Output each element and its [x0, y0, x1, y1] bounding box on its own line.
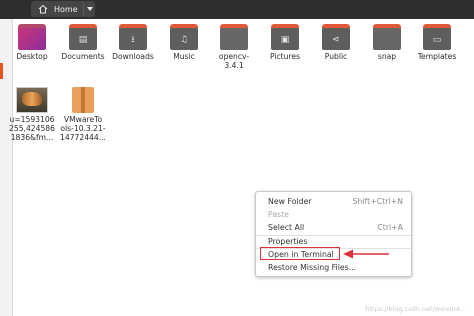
folder-icon: [220, 24, 248, 50]
highlight-box: [260, 247, 340, 260]
file-label: u=1593106 255,424586 1836&fm...: [9, 115, 55, 142]
location-label: Home: [54, 4, 78, 14]
file-item-music[interactable]: ♫ Music: [157, 24, 211, 61]
file-label: Downloads: [112, 52, 154, 61]
music-icon: ♫: [170, 24, 198, 50]
download-icon: ⭳: [119, 24, 147, 50]
document-icon: ▤: [69, 24, 97, 50]
image-thumbnail: [16, 87, 48, 113]
chevron-down-icon: [87, 7, 93, 11]
location-breadcrumb[interactable]: Home: [31, 1, 95, 17]
file-item-downloads[interactable]: ⭳ Downloads: [106, 24, 160, 61]
watermark: https://blog.csdn.net/weixin4...: [365, 305, 466, 313]
file-item-pictures[interactable]: ▣ Pictures: [258, 24, 312, 61]
file-label: snap: [377, 52, 397, 61]
breadcrumb-dropdown-button[interactable]: [83, 2, 96, 16]
file-label: Templates: [417, 52, 457, 61]
file-label: Pictures: [269, 52, 301, 61]
share-icon: ⋖: [322, 24, 350, 50]
file-item-vmwaretools[interactable]: VMwareTo ols-10.3.21- 14772444...: [56, 87, 110, 142]
header-bar: Home: [0, 0, 474, 19]
home-icon: [38, 4, 48, 14]
menu-item-select-all[interactable]: Select All Ctrl+A: [256, 221, 411, 234]
file-label: Public: [324, 52, 348, 61]
folder-icon: [373, 24, 401, 50]
annotation-arrow: [343, 249, 389, 259]
desktop-folder-icon: [18, 24, 46, 50]
menu-item-new-folder[interactable]: New Folder Shift+Ctrl+N: [256, 195, 411, 208]
file-item-image[interactable]: u=1593106 255,424586 1836&fm...: [5, 87, 59, 142]
file-label: opencv- 3.4.1: [218, 52, 250, 70]
context-menu: New Folder Shift+Ctrl+N Paste Select All…: [255, 191, 412, 277]
file-item-public[interactable]: ⋖ Public: [309, 24, 363, 61]
file-item-opencv[interactable]: opencv- 3.4.1: [207, 24, 261, 70]
file-label: Documents: [61, 52, 105, 61]
file-item-desktop[interactable]: Desktop: [5, 24, 59, 61]
file-item-snap[interactable]: snap: [360, 24, 414, 61]
menu-item-paste[interactable]: Paste: [256, 208, 411, 221]
picture-icon: ▣: [271, 24, 299, 50]
file-label: Music: [173, 52, 195, 61]
file-label: VMwareTo ols-10.3.21- 14772444...: [60, 115, 106, 142]
template-icon: ▭: [423, 24, 451, 50]
file-item-templates[interactable]: ▭ Templates: [410, 24, 464, 61]
archive-icon: [72, 87, 94, 113]
sidebar-active-indicator: [0, 63, 3, 79]
file-label: Desktop: [16, 52, 48, 61]
menu-item-restore-missing[interactable]: Restore Missing Files...: [256, 261, 411, 274]
file-item-documents[interactable]: ▤ Documents: [56, 24, 110, 61]
